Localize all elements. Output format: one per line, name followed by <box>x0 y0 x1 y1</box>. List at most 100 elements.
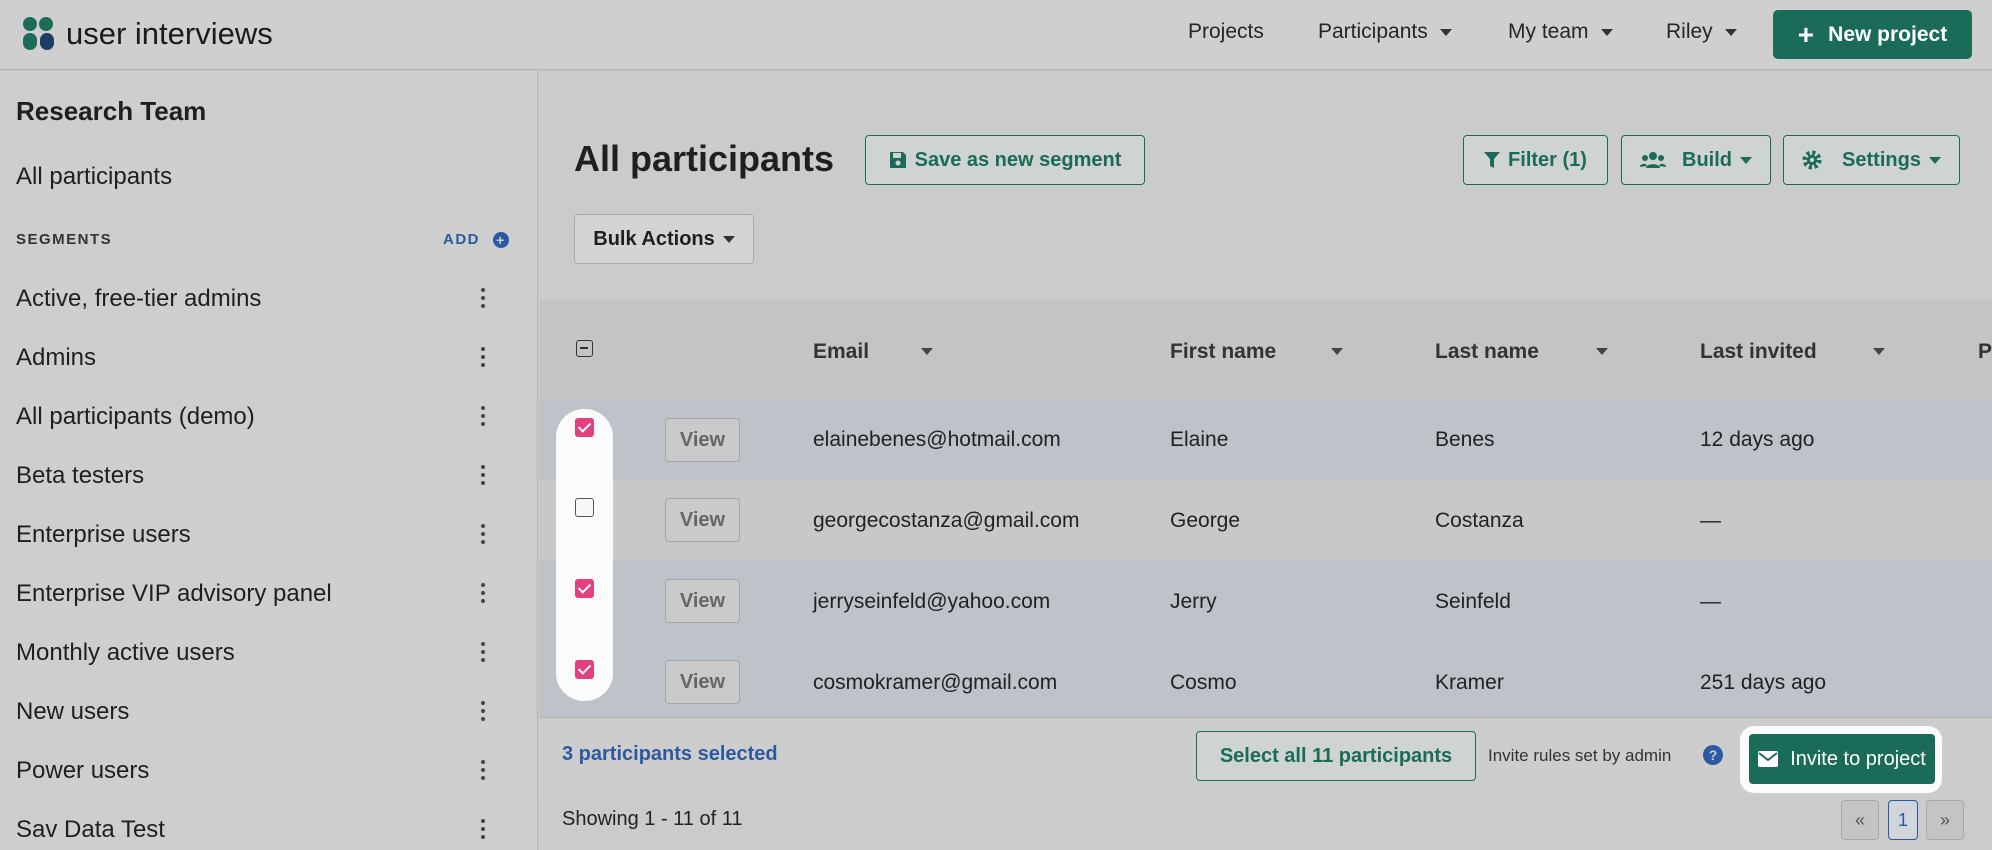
table-row: View jerryseinfeld@yahoo.com Jerry Seinf… <box>539 560 1992 640</box>
row-checkbox[interactable] <box>575 498 594 517</box>
invite-to-project-button[interactable]: Invite to project <box>1749 734 1935 784</box>
filter-button[interactable]: Filter (1) <box>1463 135 1608 185</box>
gear-icon <box>1802 150 1822 170</box>
segment-label: Enterprise users <box>16 521 191 548</box>
sort-caret-icon[interactable] <box>1331 348 1343 355</box>
nav-participants-label: Participants <box>1318 20 1428 43</box>
bulk-actions-dropdown[interactable]: Bulk Actions <box>574 214 754 264</box>
nav-projects-label: Projects <box>1188 20 1264 43</box>
segment-label: All participants (demo) <box>16 403 255 430</box>
settings-button[interactable]: Settings <box>1783 135 1960 185</box>
kebab-menu-icon[interactable] <box>480 465 486 485</box>
page-title: All participants <box>574 138 835 179</box>
row-checkbox-checked[interactable] <box>575 660 594 679</box>
plus-circle-icon: + <box>493 231 509 248</box>
add-segment-button[interactable]: ADD + <box>443 231 509 248</box>
segment-item[interactable]: Active, free-tier admins <box>16 285 516 313</box>
segment-item[interactable]: Power users <box>16 757 516 785</box>
cell-last-invited: 251 days ago <box>1700 671 1827 694</box>
user-interviews-logo-icon <box>23 17 54 50</box>
kebab-menu-icon[interactable] <box>480 288 486 308</box>
column-header-email[interactable]: Email <box>813 340 869 364</box>
kebab-menu-icon[interactable] <box>480 760 486 780</box>
row-checkbox-checked[interactable] <box>575 418 594 437</box>
sort-caret-icon[interactable] <box>1873 348 1885 355</box>
view-button[interactable]: View <box>665 579 740 623</box>
kebab-menu-icon[interactable] <box>480 406 486 426</box>
view-button[interactable]: View <box>665 418 740 462</box>
kebab-menu-icon[interactable] <box>480 524 486 544</box>
row-checkbox-checked[interactable] <box>575 579 594 598</box>
segment-item[interactable]: All participants (demo) <box>16 403 516 431</box>
column-header-truncated[interactable]: P <box>1978 340 1992 364</box>
nav-participants[interactable]: Participants <box>1318 20 1452 44</box>
select-all-label: Select all 11 participants <box>1219 744 1453 767</box>
settings-label: Settings <box>1842 148 1921 171</box>
kebab-menu-icon[interactable] <box>480 347 486 367</box>
build-button[interactable]: Build <box>1621 135 1771 185</box>
sidebar: Research Team All participants SEGMENTS … <box>0 71 538 850</box>
kebab-menu-icon[interactable] <box>480 642 486 662</box>
table-row: View cosmokramer@gmail.com Cosmo Kramer … <box>539 640 1992 717</box>
save-segment-button[interactable]: Save as new segment <box>865 135 1145 185</box>
kebab-menu-icon[interactable] <box>480 819 486 839</box>
view-button[interactable]: View <box>665 498 740 542</box>
cell-email: cosmokramer@gmail.com <box>813 671 1058 694</box>
segment-item[interactable]: New users <box>16 698 516 726</box>
sidebar-all-participants[interactable]: All participants <box>16 163 172 191</box>
next-page-icon[interactable]: » <box>1926 800 1964 840</box>
plus-icon: + <box>1797 18 1815 50</box>
nav-user-menu[interactable]: Riley <box>1666 20 1737 44</box>
save-segment-label: Save as new segment <box>914 148 1122 171</box>
page-number-button[interactable]: 1 <box>1888 800 1918 840</box>
table-row: View elainebenes@hotmail.com Elaine Bene… <box>539 400 1992 480</box>
top-header: user interviews Projects Participants My… <box>0 0 1992 70</box>
sort-caret-icon[interactable] <box>1596 348 1608 355</box>
caret-down-icon <box>1439 28 1452 36</box>
cell-email: elainebenes@hotmail.com <box>813 428 1061 451</box>
filter-icon <box>1484 152 1501 168</box>
help-icon[interactable]: ? <box>1703 745 1723 765</box>
kebab-menu-icon[interactable] <box>480 583 486 603</box>
invite-label: Invite to project <box>1790 747 1926 770</box>
invite-rules-note: Invite rules set by admin <box>1488 746 1672 765</box>
bulk-actions-label: Bulk Actions <box>593 227 715 250</box>
select-all-participants-button[interactable]: Select all 11 participants <box>1196 731 1476 781</box>
caret-down-icon <box>1740 156 1752 164</box>
view-button[interactable]: View <box>665 660 740 704</box>
segment-item[interactable]: Admins <box>16 344 516 372</box>
main-content: All participants Save as new segment Fil… <box>539 71 1992 850</box>
segment-item[interactable]: Beta testers <box>16 462 516 490</box>
column-header-first-name[interactable]: First name <box>1170 340 1276 364</box>
add-segment-label: ADD <box>443 231 480 248</box>
segment-item[interactable]: Enterprise users <box>16 521 516 549</box>
cell-last-invited: — <box>1700 509 1721 532</box>
cell-last-name: Benes <box>1435 428 1495 451</box>
caret-down-icon <box>1724 28 1737 36</box>
showing-count: Showing 1 - 11 of 11 <box>562 808 743 830</box>
new-project-button[interactable]: + New project <box>1773 10 1972 59</box>
segment-label: Admins <box>16 344 97 371</box>
table-row: View georgecostanza@gmail.com George Cos… <box>539 480 1992 560</box>
logo[interactable]: user interviews <box>22 16 273 52</box>
cell-first-name: Cosmo <box>1170 671 1237 694</box>
segment-label: Active, free-tier admins <box>16 285 262 312</box>
kebab-menu-icon[interactable] <box>480 701 486 721</box>
select-all-checkbox[interactable] <box>576 340 593 357</box>
column-header-last-invited[interactable]: Last invited <box>1700 340 1817 364</box>
cell-last-invited: 12 days ago <box>1700 428 1815 451</box>
nav-projects[interactable]: Projects <box>1188 20 1264 44</box>
segment-label: Enterprise VIP advisory panel <box>16 580 332 607</box>
cell-last-name: Kramer <box>1435 671 1504 694</box>
segment-label: New users <box>16 698 130 725</box>
segment-item[interactable]: Monthly active users <box>16 639 516 667</box>
first-page-icon[interactable]: « <box>1841 800 1879 840</box>
segment-label: Sav Data Test <box>16 816 165 843</box>
caret-down-icon <box>1600 28 1613 36</box>
cell-last-name: Costanza <box>1435 509 1524 532</box>
nav-my-team[interactable]: My team <box>1508 20 1613 44</box>
column-header-last-name[interactable]: Last name <box>1435 340 1539 364</box>
sort-caret-icon[interactable] <box>921 348 933 355</box>
segment-item[interactable]: Sav Data Test <box>16 816 516 844</box>
segment-item[interactable]: Enterprise VIP advisory panel <box>16 580 516 608</box>
